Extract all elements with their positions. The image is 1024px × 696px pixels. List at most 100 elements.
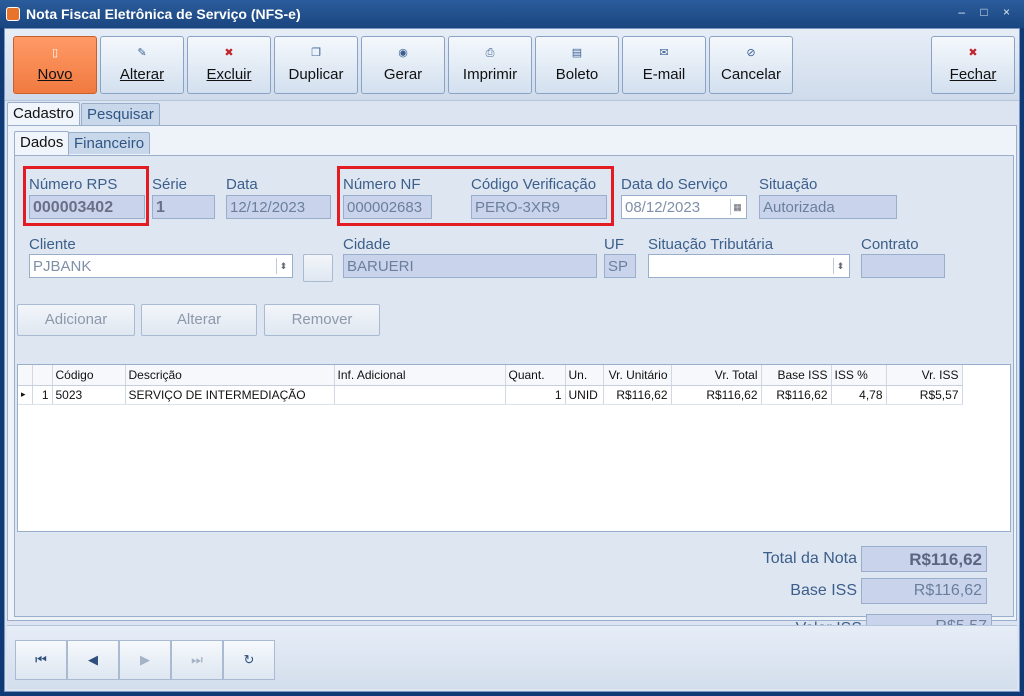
alterar-label: Alterar: [119, 66, 165, 83]
data-servico-field[interactable]: 08/12/2023 ▦: [621, 195, 747, 219]
new-document-icon: ▯: [51, 47, 59, 59]
app-icon: [6, 7, 20, 21]
grid-header-row: Código Descrição Inf. Adicional Quant. U…: [18, 365, 963, 386]
delete-icon: ✖: [224, 47, 234, 59]
remover-item-button[interactable]: Remover: [264, 304, 380, 336]
serie-field[interactable]: 1: [152, 195, 215, 219]
tab-cadastro[interactable]: Cadastro: [7, 102, 80, 126]
close-icon: ✖: [968, 47, 978, 59]
situacao-field[interactable]: Autorizada: [759, 195, 897, 219]
nfse-window: Nota Fiscal Eletrônica de Serviço (NFS-e…: [0, 0, 1024, 696]
window-controls[interactable]: – □ ×: [958, 5, 1016, 19]
boleto-label: Boleto: [555, 66, 599, 83]
duplicate-icon: ❐: [311, 47, 321, 59]
dados-panel: Número RPS 000003402 Série 1 Data 12/12/…: [14, 155, 1014, 617]
gerar-button[interactable]: ◉ Gerar: [361, 36, 445, 94]
base-iss-field[interactable]: R$116,62: [861, 578, 987, 604]
email-label: E-mail: [642, 66, 686, 83]
last-record-icon[interactable]: ⏭: [171, 640, 223, 680]
cell-descricao[interactable]: SERVIÇO DE INTERMEDIAÇÃO: [125, 385, 335, 405]
items-grid[interactable]: Código Descrição Inf. Adicional Quant. U…: [17, 364, 1011, 532]
numero-nf-field[interactable]: 000002683: [343, 195, 432, 219]
duplicar-label: Duplicar: [288, 66, 344, 83]
contrato-label: Contrato: [861, 236, 919, 253]
cell-codigo[interactable]: 5023: [52, 385, 126, 405]
toolbar: ▯ Novo ✎ Alterar ✖ Excluir ❐ Duplicar ◉ …: [5, 29, 1019, 101]
cell-iss-pct[interactable]: 4,78: [831, 385, 887, 405]
duplicar-button[interactable]: ❐ Duplicar: [274, 36, 358, 94]
novo-label: Novo: [37, 66, 73, 83]
imprimir-button[interactable]: ⎙ Imprimir: [448, 36, 532, 94]
tab-pesquisar[interactable]: Pesquisar: [81, 103, 160, 125]
cell-base-iss[interactable]: R$116,62: [761, 385, 832, 405]
barcode-icon: ▤: [571, 47, 583, 59]
novo-button[interactable]: ▯ Novo: [13, 36, 97, 94]
uf-field[interactable]: SP: [604, 254, 636, 278]
cell-vr-unitario[interactable]: R$116,62: [603, 385, 672, 405]
fechar-button[interactable]: ✖ Fechar: [931, 36, 1015, 94]
chevron-down-icon[interactable]: ⬍: [276, 258, 290, 274]
uf-label: UF: [604, 236, 624, 253]
alterar-button[interactable]: ✎ Alterar: [100, 36, 184, 94]
col-codigo[interactable]: Código: [52, 365, 126, 386]
cancelar-button[interactable]: ⊘ Cancelar: [709, 36, 793, 94]
numero-rps-label: Número RPS: [29, 176, 118, 193]
serie-label: Série: [152, 176, 188, 193]
cell-quant[interactable]: 1: [505, 385, 566, 405]
col-base-iss[interactable]: Base ISS: [761, 365, 832, 386]
col-iss-pct[interactable]: ISS %: [831, 365, 887, 386]
col-vr-iss[interactable]: Vr. ISS: [886, 365, 963, 386]
cell-un[interactable]: UNID: [565, 385, 604, 405]
title-bar: Nota Fiscal Eletrônica de Serviço (NFS-e…: [0, 0, 1024, 28]
contrato-field[interactable]: [861, 254, 945, 278]
excluir-button[interactable]: ✖ Excluir: [187, 36, 271, 94]
data-field[interactable]: 12/12/2023: [226, 195, 331, 219]
codigo-verificacao-field[interactable]: PERO-3XR9: [471, 195, 607, 219]
imprimir-label: Imprimir: [462, 66, 518, 83]
printer-icon: ⎙: [485, 47, 495, 59]
col-descricao[interactable]: Descrição: [125, 365, 335, 386]
cadastro-panel: Dados Financeiro Número RPS 000003402 Sé…: [7, 125, 1017, 638]
cell-vr-iss[interactable]: R$5,57: [886, 385, 963, 405]
situacao-label: Situação: [759, 176, 818, 193]
table-row[interactable]: ▸ 1 5023 SERVIÇO DE INTERMEDIAÇÃO 1 UNID…: [18, 385, 963, 405]
cell-inf-adicional[interactable]: [334, 385, 506, 405]
email-button[interactable]: ✉ E-mail: [622, 36, 706, 94]
total-nota-field[interactable]: R$116,62: [861, 546, 987, 572]
situacao-tributaria-dropdown[interactable]: ⬍: [648, 254, 850, 278]
cancelar-label: Cancelar: [720, 66, 782, 83]
data-servico-label: Data do Serviço: [621, 176, 728, 193]
next-record-icon[interactable]: ▶: [119, 640, 171, 680]
cliente-label: Cliente: [29, 236, 76, 253]
data-servico-value: 08/12/2023: [625, 199, 701, 216]
gerar-label: Gerar: [383, 66, 423, 83]
cliente-dropdown[interactable]: PJBANK ⬍: [29, 254, 293, 278]
cliente-lookup-button[interactable]: [303, 254, 333, 282]
col-inf-adicional[interactable]: Inf. Adicional: [334, 365, 506, 386]
col-row-number: [32, 365, 53, 386]
email-icon: ✉: [659, 47, 669, 59]
col-vr-unitario[interactable]: Vr. Unitário: [603, 365, 672, 386]
total-nota-label: Total da Nota: [762, 550, 857, 567]
adicionar-item-button[interactable]: Adicionar: [17, 304, 135, 336]
data-label: Data: [226, 176, 258, 193]
cancel-icon: ⊘: [746, 47, 756, 59]
situacao-tributaria-label: Situação Tributária: [648, 236, 774, 253]
calendar-icon[interactable]: ▦: [730, 199, 744, 215]
col-un[interactable]: Un.: [565, 365, 604, 386]
boleto-button[interactable]: ▤ Boleto: [535, 36, 619, 94]
tab-dados[interactable]: Dados: [14, 131, 70, 155]
edit-icon: ✎: [137, 47, 147, 59]
previous-record-icon[interactable]: ◀: [67, 640, 119, 680]
cidade-field[interactable]: BARUERI: [343, 254, 597, 278]
cell-vr-total[interactable]: R$116,62: [671, 385, 762, 405]
chevron-down-icon[interactable]: ⬍: [833, 258, 847, 274]
refresh-icon[interactable]: ↻: [223, 640, 275, 680]
first-record-icon[interactable]: ⏮: [15, 640, 67, 680]
col-quant[interactable]: Quant.: [505, 365, 566, 386]
col-vr-total[interactable]: Vr. Total: [671, 365, 762, 386]
client-area: ▯ Novo ✎ Alterar ✖ Excluir ❐ Duplicar ◉ …: [4, 28, 1020, 692]
numero-rps-field[interactable]: 000003402: [29, 195, 145, 219]
alterar-item-button[interactable]: Alterar: [141, 304, 257, 336]
tab-financeiro[interactable]: Financeiro: [68, 132, 151, 154]
